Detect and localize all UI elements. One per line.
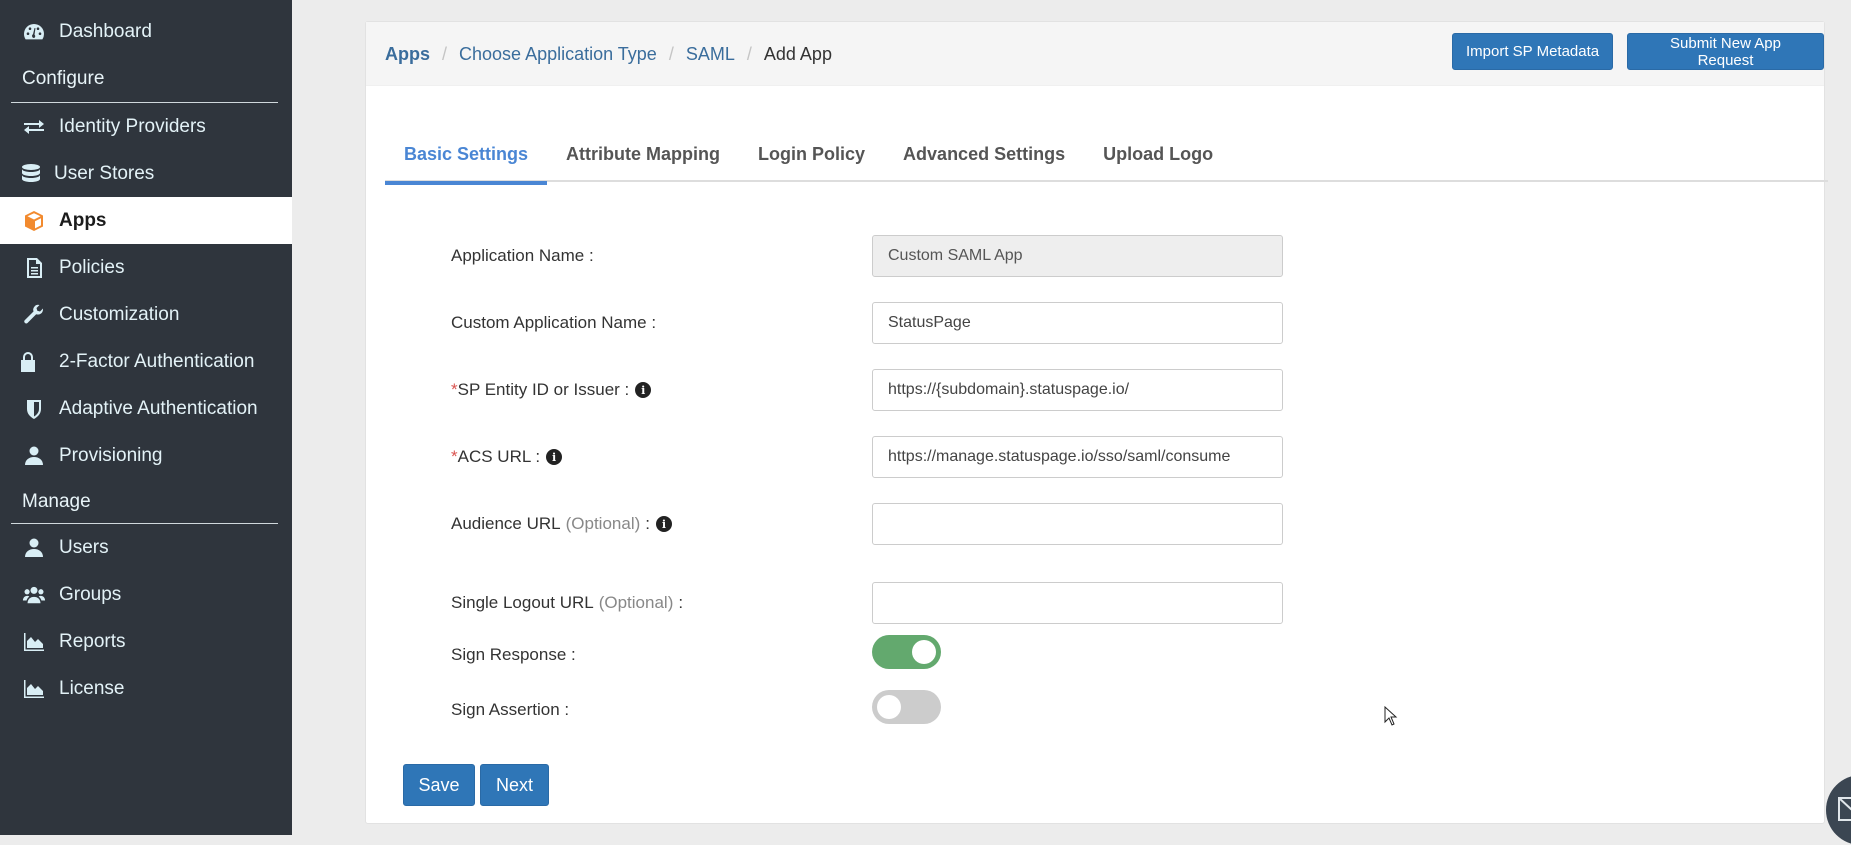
optional-marker: (Optional) <box>565 514 641 533</box>
label-text: Application Name : <box>451 246 594 265</box>
sidebar-item-customization[interactable]: Customization <box>0 291 292 338</box>
save-button[interactable]: Save <box>403 764 475 806</box>
acs-url-input[interactable] <box>872 436 1283 478</box>
application-name-input[interactable] <box>872 235 1283 277</box>
sidebar-item-label: License <box>59 677 125 699</box>
exchange-icon <box>0 115 59 139</box>
sign-response-label: Sign Response : <box>451 645 576 665</box>
label-text: ACS URL : <box>457 447 541 466</box>
dashboard-icon <box>0 20 59 44</box>
label-text: Sign Response : <box>451 645 576 664</box>
sidebar-item-label: User Stores <box>54 162 155 184</box>
sidebar-item-groups[interactable]: Groups <box>0 571 292 618</box>
import-sp-metadata-button[interactable]: Import SP Metadata <box>1452 33 1614 70</box>
required-marker: * <box>451 380 458 399</box>
label-suffix: : <box>645 514 650 533</box>
breadcrumb: Apps / Choose Application Type / SAML / … <box>385 44 832 65</box>
label-text: SP Entity ID or Issuer : <box>457 380 630 399</box>
breadcrumb-separator: / <box>442 44 448 64</box>
sign-assertion-label: Sign Assertion : <box>451 700 569 720</box>
sidebar-item-label: Identity Providers <box>59 115 206 137</box>
panel-header: Apps / Choose Application Type / SAML / … <box>366 22 1824 86</box>
custom-application-name-input[interactable] <box>872 302 1283 344</box>
breadcrumb-separator: / <box>746 44 752 64</box>
audience-url-input[interactable] <box>872 503 1283 545</box>
custom-application-name-label: Custom Application Name : <box>451 313 656 333</box>
tab-basic-settings[interactable]: Basic Settings <box>385 140 548 185</box>
sidebar-item-provisioning[interactable]: Provisioning <box>0 432 292 479</box>
sidebar-item-label: Apps <box>59 209 107 231</box>
optional-marker: (Optional) <box>598 593 674 612</box>
lock-icon <box>0 350 48 374</box>
sidebar-item-users[interactable]: Users <box>0 524 292 571</box>
sp-entity-id-input[interactable] <box>872 369 1283 411</box>
document-icon <box>0 256 59 280</box>
submit-new-app-request-button[interactable]: Submit New App Request <box>1627 33 1824 70</box>
info-icon[interactable]: i <box>656 516 672 532</box>
user-icon <box>0 444 59 468</box>
sp-entity-id-label: * SP Entity ID or Issuer : i <box>451 380 652 400</box>
breadcrumb-apps[interactable]: Apps <box>385 44 430 65</box>
single-logout-url-input[interactable] <box>872 582 1283 624</box>
wrench-icon <box>0 303 59 327</box>
label-text: Single Logout URL <box>451 593 594 612</box>
section-manage: Manage <box>22 491 91 512</box>
sidebar-item-2fa[interactable]: 2-Factor Authentication <box>0 338 292 385</box>
tab-upload-logo[interactable]: Upload Logo <box>1084 140 1232 182</box>
sidebar-item-dashboard[interactable]: Dashboard <box>0 8 292 55</box>
application-name-label: Application Name : <box>451 246 594 266</box>
sidebar-item-apps[interactable]: Apps <box>0 197 292 244</box>
sidebar-item-label: Users <box>59 536 109 558</box>
toggle-knob <box>877 695 901 719</box>
breadcrumb-saml[interactable]: SAML <box>686 44 735 65</box>
tab-attribute-mapping[interactable]: Attribute Mapping <box>547 140 739 182</box>
sidebar-item-label: Dashboard <box>59 20 152 42</box>
info-icon[interactable]: i <box>546 449 563 465</box>
sidebar-item-reports[interactable]: Reports <box>0 618 292 665</box>
sidebar-item-label: Policies <box>59 256 125 278</box>
settings-tabs: Basic Settings Attribute Mapping Login P… <box>385 140 1828 185</box>
sidebar-item-label: Groups <box>59 583 122 605</box>
acs-url-label: * ACS URL : i <box>451 447 563 467</box>
sidebar-item-policies[interactable]: Policies <box>0 244 292 291</box>
sidebar-item-adaptive-auth[interactable]: Adaptive Authentication <box>0 385 292 432</box>
label-text: Audience URL <box>451 514 561 533</box>
area-chart-icon <box>0 677 59 701</box>
toggle-knob <box>912 640 936 664</box>
breadcrumb-separator: / <box>668 44 674 64</box>
cube-icon <box>0 209 59 233</box>
required-marker: * <box>451 447 458 466</box>
mail-icon <box>1838 797 1851 821</box>
sidebar-item-label: Provisioning <box>59 444 163 466</box>
area-chart-icon <box>0 630 59 654</box>
single-logout-url-label: Single Logout URL (Optional) : <box>451 593 683 613</box>
user-icon <box>0 536 59 560</box>
tab-login-policy[interactable]: Login Policy <box>739 140 884 182</box>
info-icon[interactable]: i <box>635 382 652 398</box>
add-app-panel: Apps / Choose Application Type / SAML / … <box>365 21 1828 824</box>
label-text: Custom Application Name : <box>451 313 657 332</box>
audience-url-label: Audience URL (Optional) : i <box>451 514 672 534</box>
users-icon <box>0 583 59 607</box>
sidebar: Dashboard Configure Identity Providers U… <box>0 0 292 835</box>
label-suffix: : <box>678 593 684 612</box>
section-configure: Configure <box>22 68 105 89</box>
breadcrumb-choose-type[interactable]: Choose Application Type <box>459 44 657 65</box>
sidebar-item-label: Customization <box>59 303 180 325</box>
tab-advanced-settings[interactable]: Advanced Settings <box>884 140 1084 182</box>
sign-assertion-toggle[interactable] <box>872 690 941 724</box>
sidebar-item-label: 2-Factor Authentication <box>59 350 255 372</box>
sidebar-item-license[interactable]: License <box>0 665 292 712</box>
sign-response-toggle[interactable] <box>872 635 941 669</box>
label-text: Sign Assertion : <box>451 700 570 719</box>
sidebar-item-label: Reports <box>59 630 126 652</box>
shield-icon <box>0 397 59 421</box>
mouse-cursor-icon <box>1384 705 1398 731</box>
sidebar-item-identity-providers[interactable]: Identity Providers <box>0 103 292 150</box>
sidebar-item-user-stores[interactable]: User Stores <box>0 150 292 197</box>
database-icon <box>0 162 54 186</box>
breadcrumb-current: Add App <box>763 44 832 64</box>
next-button[interactable]: Next <box>480 764 549 806</box>
sidebar-item-label: Adaptive Authentication <box>59 397 258 419</box>
